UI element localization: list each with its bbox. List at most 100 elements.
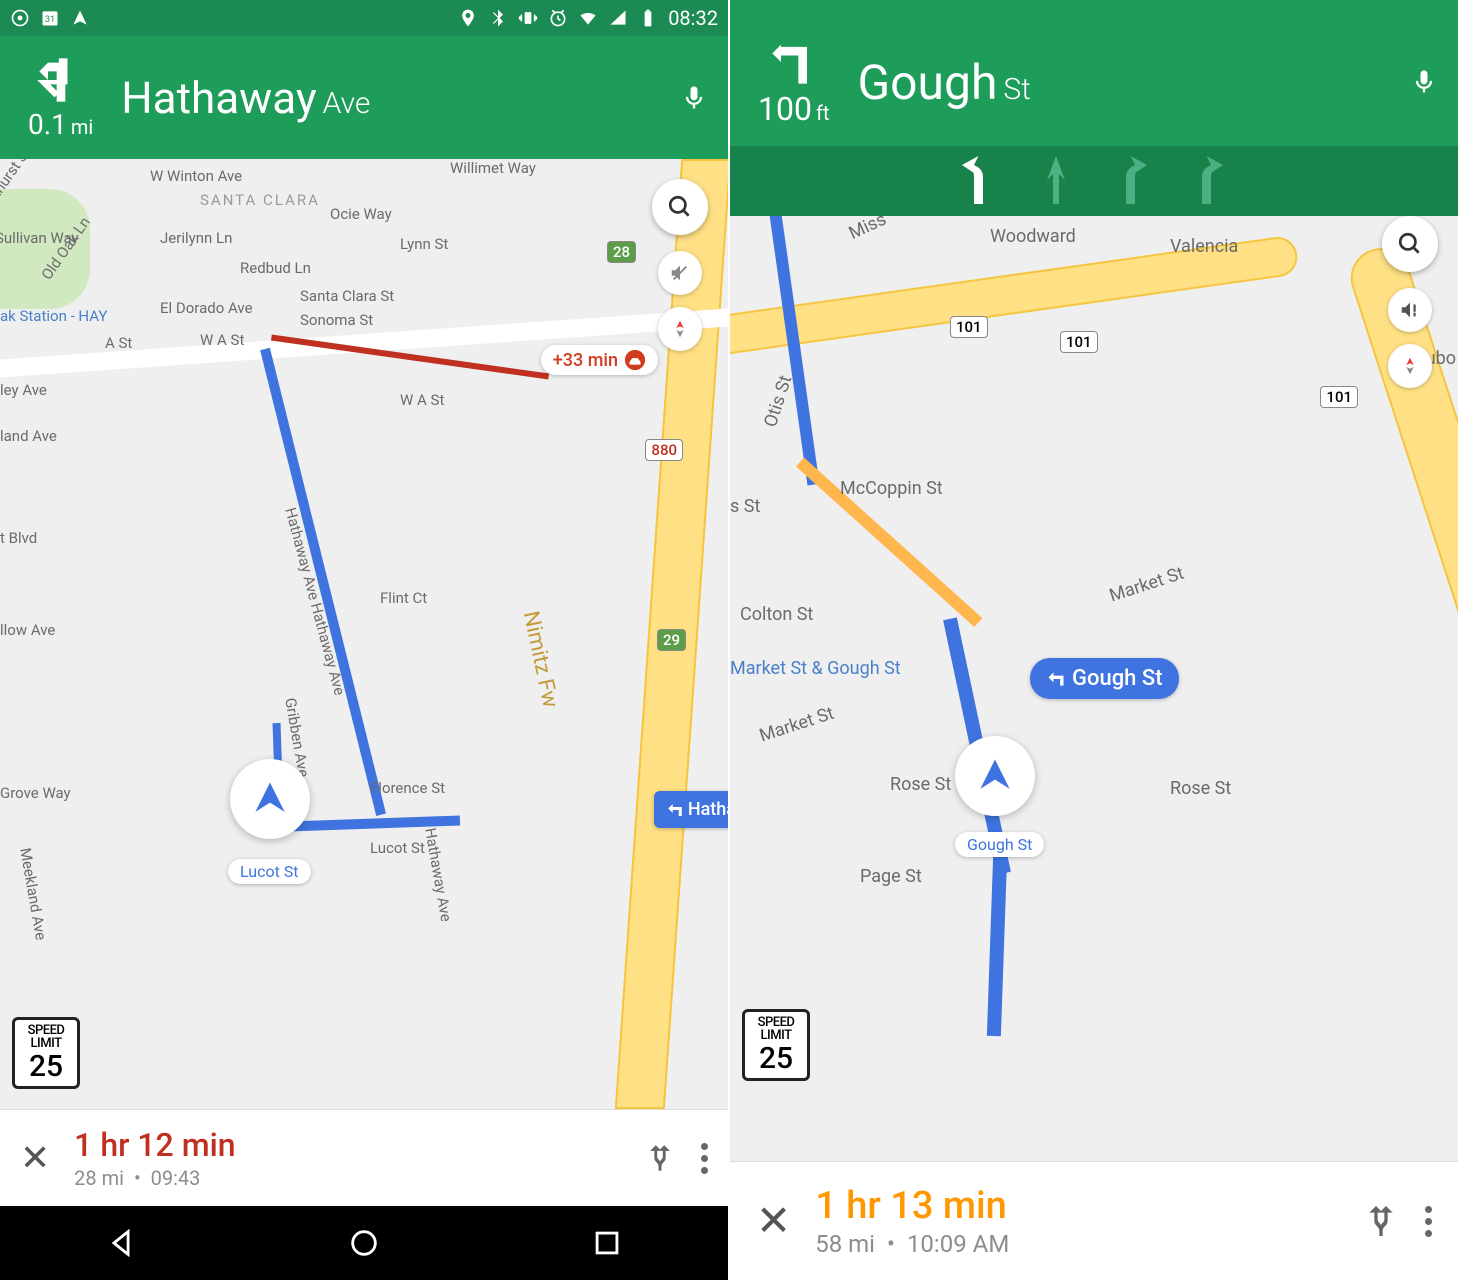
street-label: Otis St [760, 373, 796, 430]
search-button[interactable] [1382, 216, 1438, 272]
street-label: Hathaway Ave [421, 826, 455, 923]
nav-header[interactable]: 0.1mi HathawayAve [0, 36, 728, 159]
audio-alert-button[interactable] [1388, 288, 1432, 332]
street-label: Market St [757, 703, 837, 747]
back-icon[interactable] [104, 1226, 138, 1260]
street-label: El Dorado Ave [160, 299, 253, 317]
street-label: Colton St [740, 604, 813, 625]
turn-street: HathawayAve [121, 72, 652, 124]
close-button[interactable]: ✕ [756, 1196, 791, 1246]
turn-left-icon [35, 54, 87, 106]
mute-icon [669, 262, 691, 284]
eta-sheet[interactable]: ✕ 1 hr 13 min 58 mi • 10:09 AM [730, 1161, 1458, 1280]
search-icon [1397, 231, 1423, 257]
compass-icon [1399, 355, 1421, 377]
street-label: ley Ave [0, 381, 47, 399]
area-label: SANTA CLARA [200, 191, 320, 209]
street-label: Valencia [1170, 236, 1238, 257]
turn-left-icon [666, 801, 684, 819]
street-label: Lucot St [370, 839, 425, 857]
current-location [955, 736, 1035, 816]
upcoming-turn-pill[interactable]: Gough St [1030, 658, 1179, 699]
current-street-pill: Gough St [955, 832, 1044, 857]
street-label: land Ave [0, 427, 57, 445]
speed-limit-sign: SPEED LIMIT 25 [742, 1009, 810, 1081]
turn-left-icon [768, 36, 820, 88]
search-button[interactable] [652, 179, 708, 235]
street-label: Santa Clara St [300, 287, 394, 305]
speaker-alert-icon [1399, 299, 1421, 321]
street-label: Lynn St [400, 235, 448, 253]
current-location [230, 759, 310, 839]
street-label: W A St [400, 391, 444, 409]
street-label: Rose St [1170, 778, 1231, 799]
vibrate-icon [518, 8, 538, 28]
street-label: Market St [1107, 563, 1187, 607]
traffic-delay-pill[interactable]: +33 min [541, 345, 658, 375]
overflow-menu[interactable] [701, 1143, 708, 1174]
shield: 101 [1060, 331, 1098, 353]
street-label: Miss [846, 216, 890, 244]
eta-sub: 58 mi • 10:09 AM [815, 1230, 1337, 1258]
svg-text:31: 31 [45, 15, 55, 25]
upcoming-turn-pill[interactable]: Hatha [654, 791, 728, 828]
search-icon [667, 194, 693, 220]
accident-icon [624, 349, 646, 371]
eta-sheet[interactable]: ✕ 1 hr 12 min 28 mi • 09:43 [0, 1109, 728, 1206]
podcast-icon [10, 8, 30, 28]
street-label: Meekland Ave [16, 846, 50, 941]
map-surface[interactable]: Miss Woodward Valencia Otis St McCoppin … [730, 216, 1458, 1161]
lane-guidance [730, 146, 1458, 216]
street-label: Rose St [890, 774, 951, 795]
transit-label: ak Station - HAY [0, 307, 107, 325]
turn-distance: 0.1 [28, 108, 67, 141]
freeway-label: Nimitz Fw [518, 609, 563, 710]
alternate-routes-icon[interactable] [1361, 1201, 1401, 1241]
turn-distance-unit: ft [816, 101, 830, 125]
compass-button[interactable] [1388, 344, 1432, 388]
turn-left-icon [1046, 669, 1066, 689]
alarm-icon [548, 8, 568, 28]
status-time: 08:32 [668, 6, 718, 30]
nav-header[interactable]: 100ft GoughSt [730, 0, 1458, 146]
eta-sub: 28 mi • 09:43 [74, 1166, 619, 1190]
street-label: llow Ave [0, 621, 55, 639]
poi-label: Market St & Gough St [730, 658, 901, 679]
turn-indicator: 100ft [758, 36, 829, 128]
street-label: Grove Way [0, 784, 71, 802]
voice-search-icon[interactable] [1410, 68, 1438, 96]
alternate-routes-icon[interactable] [643, 1141, 677, 1175]
shield: 101 [950, 316, 988, 338]
mute-button[interactable] [658, 251, 702, 295]
street-label: s St [730, 496, 760, 517]
lane-arrow-icon [1190, 156, 1226, 204]
location-icon [458, 8, 478, 28]
street-label: A St [105, 334, 132, 352]
shield: 101 [1320, 386, 1358, 408]
shield: 880 [645, 439, 683, 461]
eta-time: 1 hr 13 min [815, 1184, 1337, 1228]
bluetooth-icon [488, 8, 508, 28]
street-label: Florence St [370, 779, 445, 797]
map-surface[interactable]: W Winton Ave SANTA CLARA Ocie Way Jerily… [0, 159, 728, 1109]
eta-time: 1 hr 12 min [74, 1126, 619, 1164]
wifi-icon [578, 8, 598, 28]
close-button[interactable]: ✕ [20, 1137, 50, 1179]
recents-icon[interactable] [590, 1226, 624, 1260]
street-label: Ocie Way [330, 205, 392, 223]
lane-arrow-icon [1114, 156, 1150, 204]
overflow-menu[interactable] [1425, 1206, 1432, 1237]
turn-indicator: 0.1mi [28, 54, 93, 141]
street-label: W Winton Ave [150, 167, 242, 185]
status-bar: 31 08:32 [0, 0, 728, 36]
shield: 29 [657, 629, 686, 651]
signal-icon [608, 8, 628, 28]
lane-arrow-icon [962, 156, 998, 204]
street-label: Willimet Way [450, 159, 536, 177]
screen-left: 31 08:32 0.1mi HathawayAve [0, 0, 730, 1280]
home-icon[interactable] [347, 1226, 381, 1260]
street-label: W A St [200, 331, 244, 349]
voice-search-icon[interactable] [680, 84, 708, 112]
compass-button[interactable] [658, 307, 702, 351]
street-label: McCoppin St [840, 478, 943, 499]
